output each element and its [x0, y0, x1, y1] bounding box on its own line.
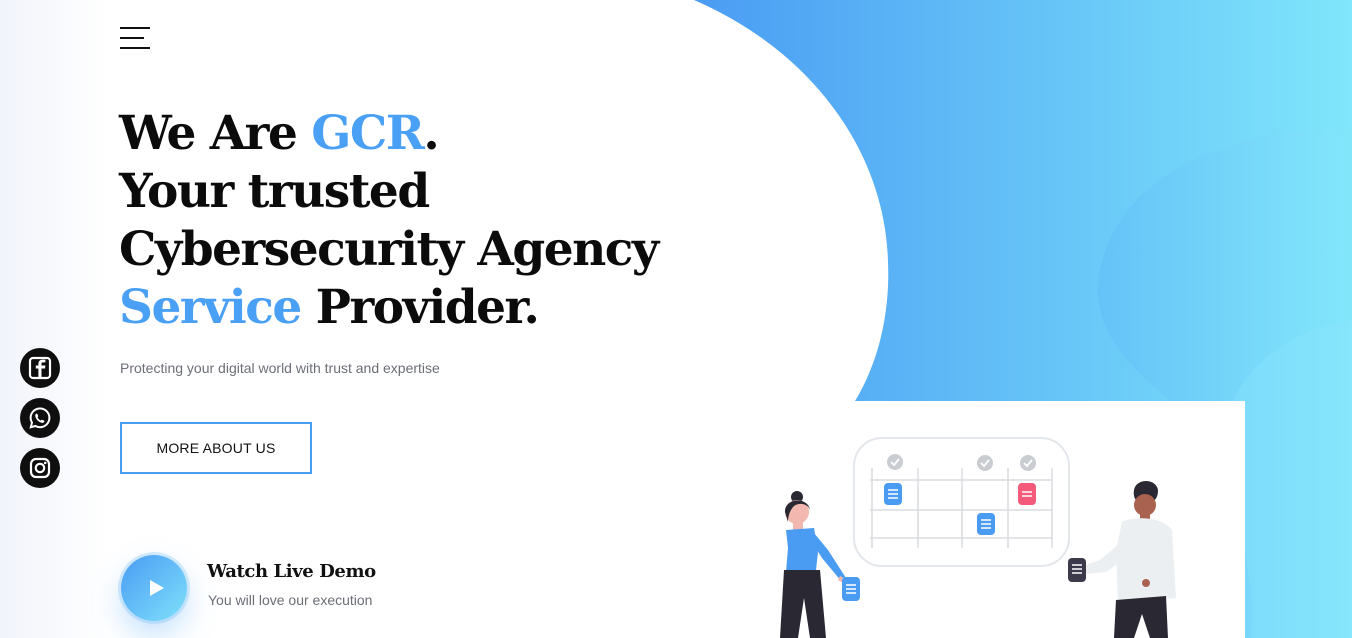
headline-prefix: We Are [119, 106, 312, 161]
headline-accent-service: Service [119, 280, 302, 335]
instagram-icon [29, 457, 51, 479]
woman-figure [780, 491, 852, 638]
headline-line-1: We Are GCR. [119, 105, 679, 163]
facebook-link[interactable] [20, 348, 60, 388]
menu-bar [120, 37, 144, 39]
headline-line-3: Cybersecurity Agency [119, 222, 659, 277]
facebook-icon [28, 356, 52, 380]
headline-line-2: Your trusted [119, 164, 430, 219]
headline-period: . [423, 106, 439, 161]
more-about-us-button[interactable]: MORE ABOUT US [120, 422, 312, 474]
whatsapp-icon [29, 407, 51, 429]
menu-bar [120, 47, 150, 49]
hamburger-menu-icon[interactable] [120, 27, 150, 51]
hero-headline: We Are GCR. Your trusted Cybersecurity A… [119, 105, 679, 337]
play-icon [150, 580, 164, 596]
hero-tagline: Protecting your digital world with trust… [120, 360, 440, 376]
headline-line-4: Service Provider. [119, 279, 679, 337]
instagram-link[interactable] [20, 448, 60, 488]
watch-demo-subtitle: You will love our execution [208, 592, 373, 608]
headline-provider: Provider. [300, 280, 540, 335]
brand-name: GCR [311, 106, 425, 161]
menu-bar [120, 27, 150, 29]
team-calendar-illustration [780, 437, 1176, 638]
whatsapp-link[interactable] [20, 398, 60, 438]
play-video-button[interactable] [121, 555, 187, 621]
man-figure [1082, 481, 1176, 638]
watch-demo-title[interactable]: Watch Live Demo [207, 561, 376, 582]
